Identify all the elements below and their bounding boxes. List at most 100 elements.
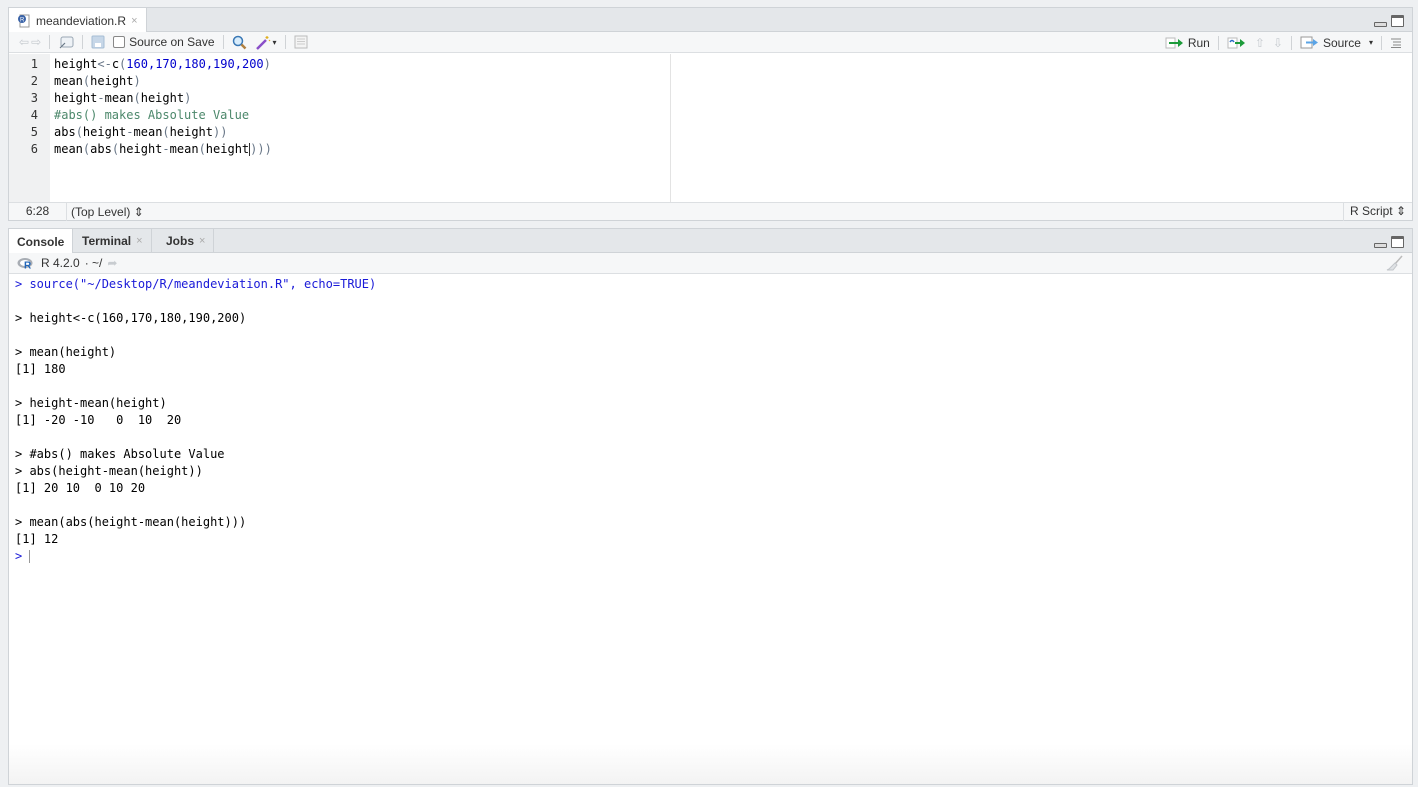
toolbar-separator xyxy=(1290,35,1292,50)
code-text[interactable]: height<-c(160,170,180,190,200) mean(heig… xyxy=(50,54,1412,203)
r-file-icon: R xyxy=(18,14,30,27)
code-line[interactable]: #abs() makes Absolute Value xyxy=(54,107,1412,124)
console-command-line: > height<-c(160,170,180,190,200) xyxy=(15,311,247,325)
source-options-dropdown[interactable]: ▾ xyxy=(1365,32,1377,53)
console-command-line: > height-mean(height) xyxy=(15,396,167,410)
source-on-save-check[interactable] xyxy=(113,36,126,48)
cursor-position: 6:28 xyxy=(9,202,67,221)
editor-statusbar: 6:28 (Top Level) ⇕ R Script ⇕ xyxy=(9,202,1412,221)
r-logo-icon: R xyxy=(17,258,33,269)
tab-jobs[interactable]: Jobs × xyxy=(158,229,215,253)
toolbar-separator xyxy=(1217,35,1219,50)
editor-window-controls xyxy=(1374,15,1404,27)
code-line[interactable]: height<-c(160,170,180,190,200) xyxy=(54,56,1412,73)
tab-jobs-label: Jobs xyxy=(166,234,195,248)
line-number: 5 xyxy=(30,125,38,139)
editor-toolbar-right: Run ⇧ ⇩ Source ▾ xyxy=(1161,32,1406,53)
outline-lines-icon[interactable] xyxy=(1386,32,1406,53)
line-number: 4 xyxy=(30,108,38,122)
run-label: Run xyxy=(1187,35,1210,50)
console-command-line: > abs(height-mean(height)) xyxy=(15,464,203,478)
tab-meandeviation-r[interactable]: R meandeviation.R × xyxy=(9,8,147,33)
toolbar-separator xyxy=(82,35,84,49)
console-prompt: > xyxy=(15,549,30,563)
console-output-line: [1] -20 -10 0 10 20 xyxy=(15,413,182,427)
source-editor-pane: R meandeviation.R × ⇦ ⇨ Source on Save ▾… xyxy=(8,7,1413,221)
go-down-arrow-icon[interactable]: ⇩ xyxy=(1269,32,1287,53)
run-arrow-icon xyxy=(1165,37,1183,48)
tab-terminal[interactable]: Terminal × xyxy=(74,229,152,253)
minimize-pane-button[interactable] xyxy=(1374,22,1387,27)
code-line[interactable]: mean(height) xyxy=(54,73,1412,90)
tab-filename: meandeviation.R xyxy=(36,13,127,28)
document-outline-icon[interactable] xyxy=(290,32,312,53)
maximize-pane-button[interactable] xyxy=(1391,15,1404,27)
console-cursor xyxy=(29,550,31,563)
line-number: 1 xyxy=(30,57,38,71)
toolbar-separator xyxy=(49,35,51,49)
console-output[interactable]: > source("~/Desktop/R/meandeviation.R", … xyxy=(9,274,1412,565)
chevron-down-icon: ▾ xyxy=(272,37,277,47)
toolbar-separator xyxy=(284,35,286,49)
editor-toolbar: ⇦ ⇨ Source on Save ▾ Run ⇧ ⇩ Source ▾ xyxy=(9,32,1412,53)
go-up-arrow-icon[interactable]: ⇧ xyxy=(1251,32,1269,53)
source-label: Source xyxy=(1322,35,1361,50)
show-in-new-window-icon[interactable] xyxy=(54,32,78,53)
rerun-previous-button[interactable] xyxy=(1223,32,1251,53)
minimize-pane-button[interactable] xyxy=(1374,243,1387,248)
console-window-controls xyxy=(1374,236,1404,248)
print-margin-line xyxy=(670,54,671,203)
console-command-line: > mean(height) xyxy=(15,345,117,359)
toolbar-separator xyxy=(222,35,224,49)
line-number: 6 xyxy=(30,142,38,156)
close-jobs-icon[interactable]: × xyxy=(199,235,205,247)
code-line[interactable]: height-mean(height) xyxy=(54,90,1412,107)
line-number: 3 xyxy=(30,91,38,105)
console-output-line: [1] 180 xyxy=(15,362,66,376)
source-on-save-label: Source on Save xyxy=(129,35,215,49)
code-line[interactable]: abs(height-mean(height)) xyxy=(54,124,1412,141)
console-output-line: [1] 12 xyxy=(15,532,59,546)
code-line[interactable]: mean(abs(height-mean(height))) xyxy=(54,141,1412,158)
code-tools-wand-icon[interactable]: ▾ xyxy=(251,32,281,53)
console-output-line: [1] 20 10 0 10 20 xyxy=(15,481,146,495)
run-button[interactable]: Run xyxy=(1161,32,1214,53)
r-version: R 4.2.0 xyxy=(41,256,80,270)
source-button[interactable]: Source xyxy=(1296,32,1365,53)
scope-selector[interactable]: (Top Level) ⇕ xyxy=(67,205,144,219)
svg-text:R: R xyxy=(20,17,25,23)
console-command-line: > mean(abs(height-mean(height))) xyxy=(15,515,247,529)
find-replace-icon[interactable] xyxy=(228,32,251,53)
close-tab-icon[interactable]: × xyxy=(131,15,137,27)
console-command-line: > #abs() makes Absolute Value xyxy=(15,447,225,461)
go-to-directory-icon[interactable]: ➦ xyxy=(107,256,117,270)
tab-console-label: Console xyxy=(17,234,65,249)
close-terminal-icon[interactable]: × xyxy=(136,235,142,247)
toolbar-separator xyxy=(1381,35,1382,50)
forward-arrow-icon[interactable]: ⇨ xyxy=(27,32,45,53)
save-icon[interactable] xyxy=(87,32,109,53)
tab-console[interactable]: Console xyxy=(9,229,74,254)
clear-console-broom-icon[interactable] xyxy=(1386,255,1404,274)
working-directory[interactable]: · ~/ xyxy=(85,256,103,270)
console-tabbar: Console Terminal × Jobs × xyxy=(9,229,1412,254)
console-input-line[interactable]: > xyxy=(15,548,1412,565)
console-header: R R 4.2.0 · ~/ ➦ xyxy=(9,253,1412,274)
tab-terminal-label: Terminal xyxy=(82,234,132,248)
line-number: 2 xyxy=(30,74,38,88)
maximize-pane-button[interactable] xyxy=(1391,236,1404,248)
file-type-selector[interactable]: R Script ⇕ xyxy=(1342,203,1412,221)
console-pane: Console Terminal × Jobs × R R 4.2.0 · ~/… xyxy=(8,228,1413,785)
console-bottom-fade xyxy=(9,744,1412,784)
source-icon xyxy=(1300,36,1318,49)
line-number-gutter: 1 2 3 4 5 6 xyxy=(9,54,50,203)
console-command-line: > source("~/Desktop/R/meandeviation.R", … xyxy=(15,277,377,291)
code-editor[interactable]: 1 2 3 4 5 6 height<-c(160,170,180,190,20… xyxy=(9,54,1412,203)
source-on-save-checkbox[interactable]: Source on Save xyxy=(109,32,218,53)
rerun-icon xyxy=(1227,37,1245,48)
